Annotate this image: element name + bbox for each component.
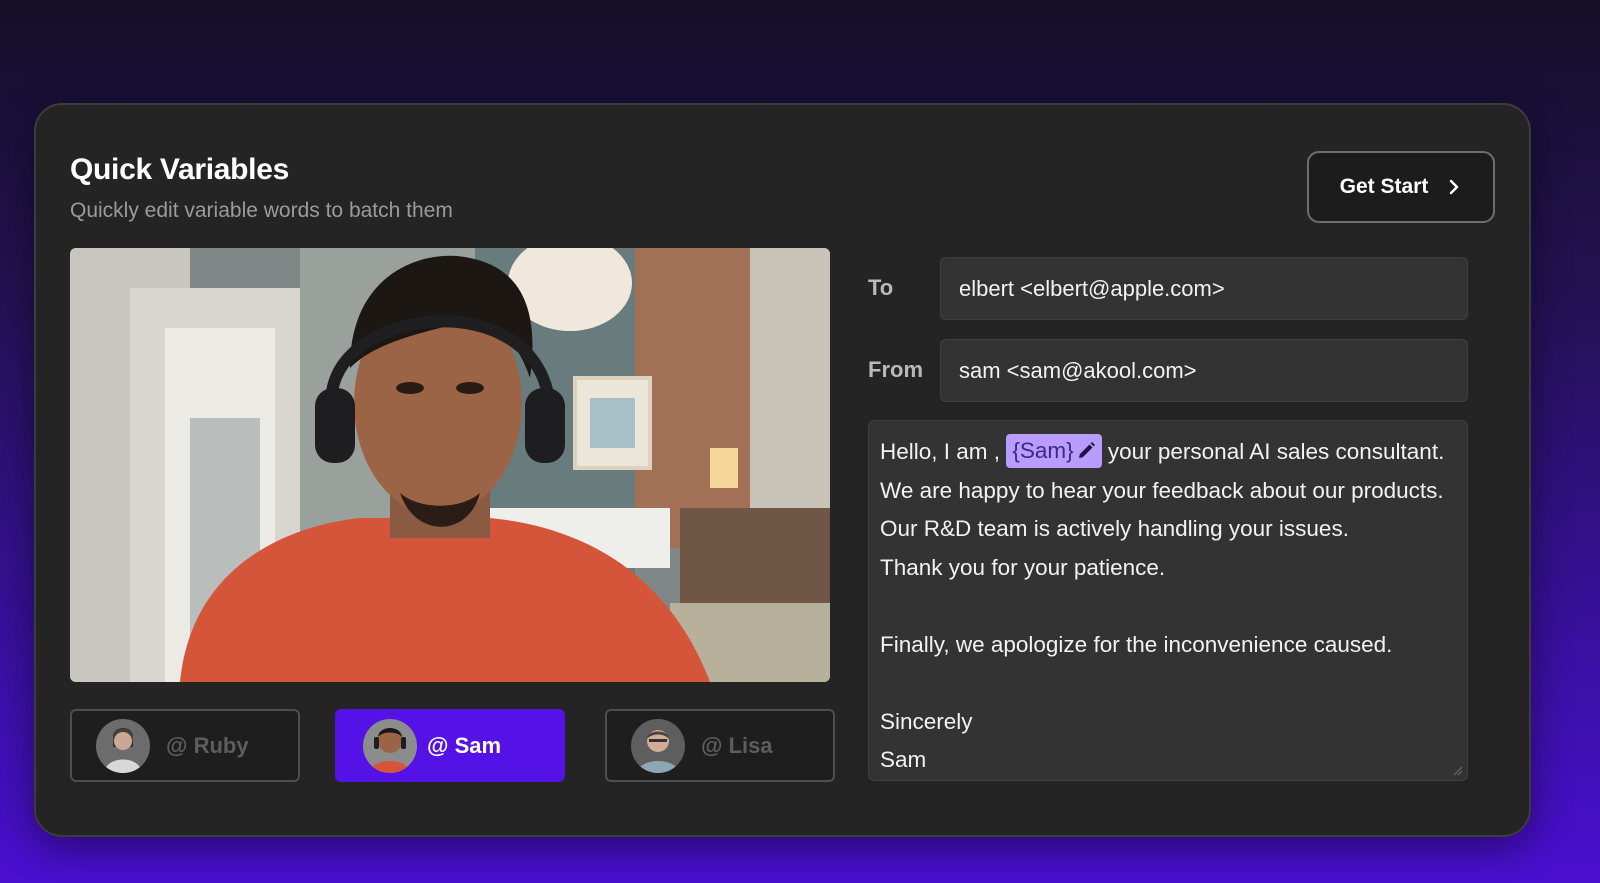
to-field[interactable]: elbert <elbert@apple.com> (940, 257, 1468, 320)
body-line-5: Finally, we apologize for the inconvenie… (880, 631, 1393, 657)
from-field[interactable]: sam <sam@akool.com> (940, 339, 1468, 402)
to-value: elbert <elbert@apple.com> (959, 275, 1225, 301)
get-start-label: Get Start (1339, 175, 1429, 198)
body-blank-line (880, 587, 1467, 626)
avatar-sam-label: @ Sam (427, 732, 502, 758)
body-line-1-prefix: Hello, I am , (880, 439, 1001, 464)
body-line-1: Hello, I am , {Sam} your personal AI sal… (880, 433, 1467, 472)
avatar-option-ruby[interactable]: @ Ruby (70, 709, 300, 782)
avatar-lisa-label: @ Lisa (701, 732, 773, 758)
from-label: From (868, 357, 923, 382)
from-value: sam <sam@akool.com> (959, 357, 1197, 383)
avatar-ruby-label: @ Ruby (166, 732, 249, 758)
avatar-video-preview[interactable] (70, 248, 830, 682)
variable-chip-text: {Sam} (1012, 437, 1074, 463)
avatar-lisa-thumbnail (631, 718, 685, 773)
avatar-selector: @ Ruby @ Sam @ Lisa (70, 709, 835, 782)
presenter-video-frame (70, 248, 830, 682)
body-line-3: Our R&D team is actively handling your i… (880, 516, 1349, 541)
quick-variables-card: Quick Variables Quickly edit variable wo… (34, 103, 1531, 837)
body-line-6: Sincerely (880, 708, 973, 734)
variable-chip-sam[interactable]: {Sam} (1006, 434, 1102, 469)
card-title: Quick Variables (70, 153, 289, 186)
chevron-right-icon (1450, 179, 1459, 195)
resize-grip-icon[interactable] (1451, 764, 1463, 776)
avatar-ruby-thumbnail (96, 718, 150, 773)
body-line-4: Thank you for your patience. (880, 554, 1166, 580)
avatar-option-lisa[interactable]: @ Lisa (605, 709, 835, 782)
card-subtitle: Quickly edit variable words to batch the… (70, 199, 453, 222)
get-start-button[interactable]: Get Start (1307, 151, 1495, 223)
body-line-7: Sam (880, 747, 927, 772)
body-blank-line-2 (880, 664, 1467, 703)
body-line-1-suffix: your personal AI sales consultant. (1107, 439, 1445, 464)
pencil-icon[interactable] (1076, 441, 1096, 461)
email-body-textarea[interactable]: Hello, I am , {Sam} your personal AI sal… (868, 420, 1468, 781)
to-label: To (868, 275, 894, 300)
avatar-option-sam[interactable]: @ Sam (335, 709, 565, 782)
avatar-sam-thumbnail (363, 718, 417, 773)
body-line-2: We are happy to hear your feedback about… (880, 477, 1444, 503)
